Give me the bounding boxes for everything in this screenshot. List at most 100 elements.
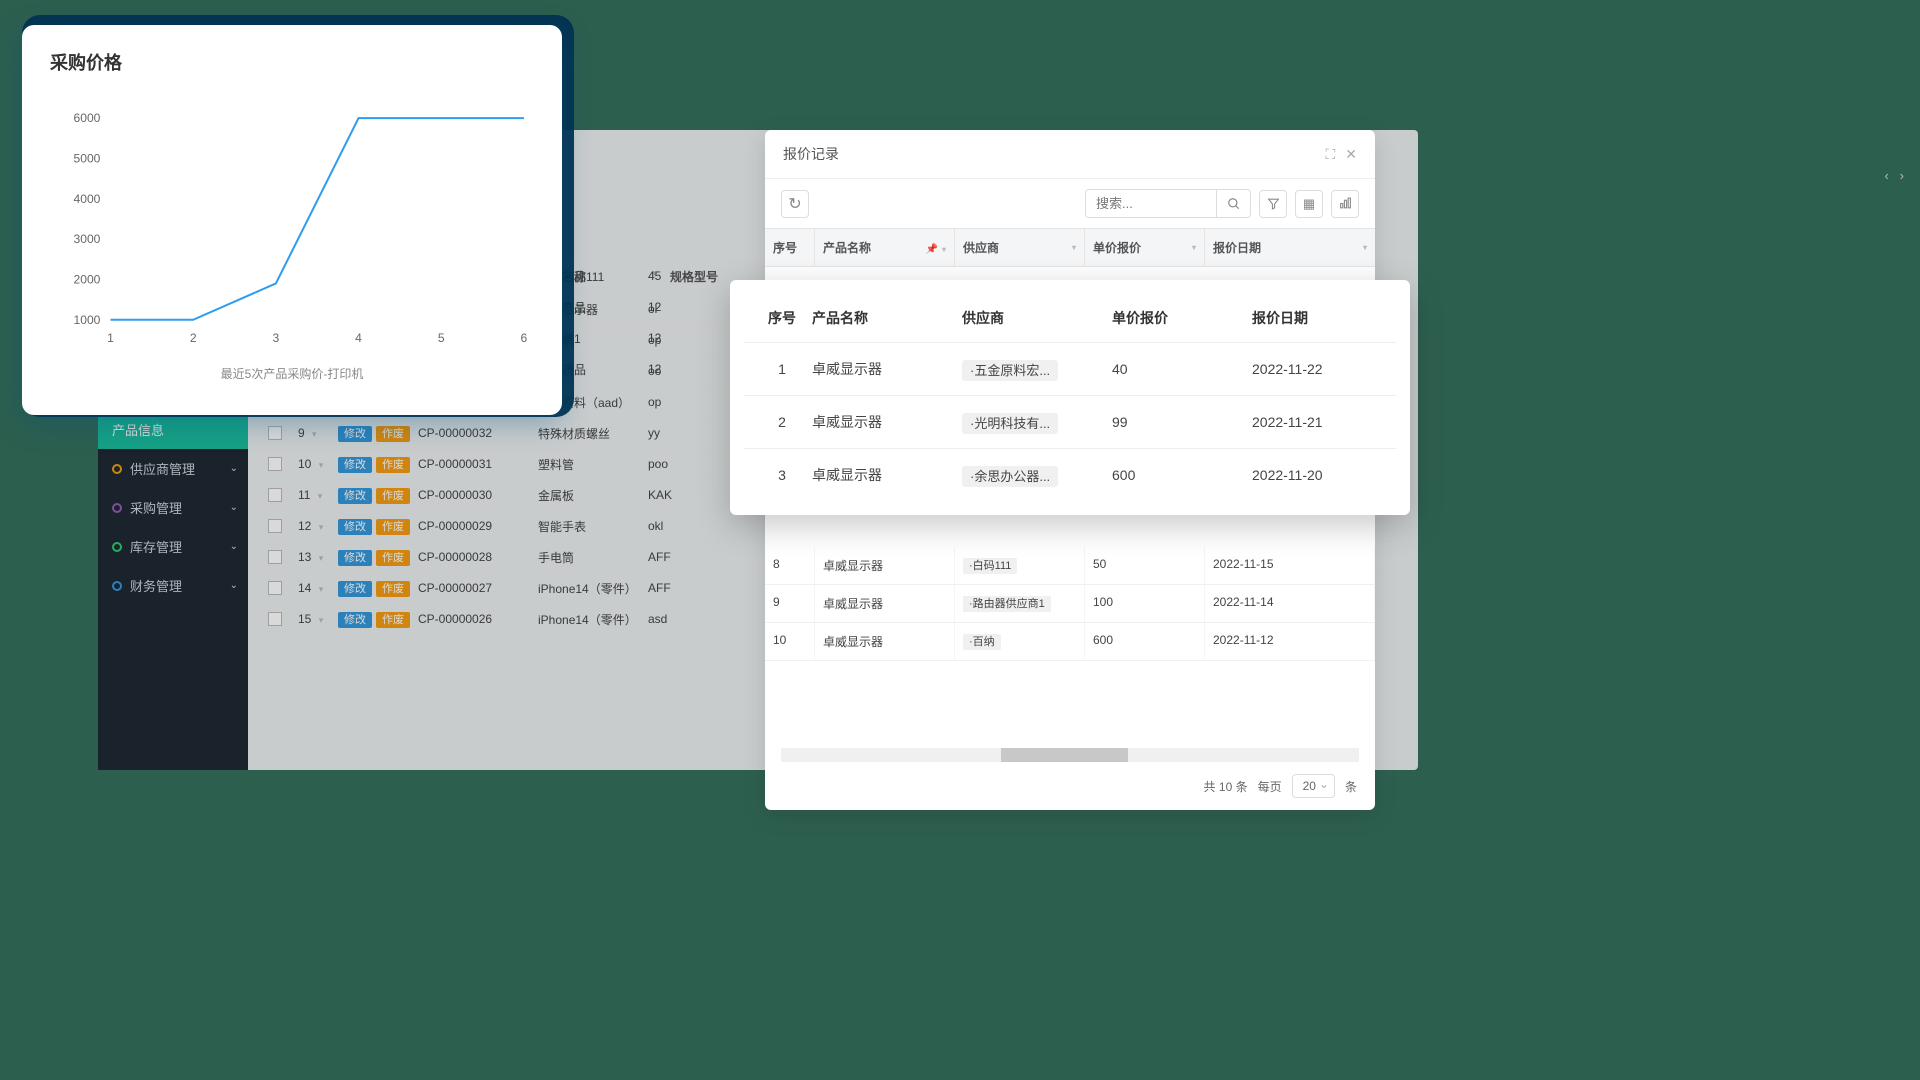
refresh-button[interactable]: ↻ [781,190,809,218]
edit-button[interactable]: 修改 [338,488,372,504]
row-sort-icon: ▾ [312,429,317,439]
supplier-tag[interactable]: ·路由器供应商1 [963,596,1051,612]
void-button[interactable]: 作废 [376,488,410,504]
chart-plot-area: 100020003000400050006000123456 [50,99,534,359]
edit-button[interactable]: 修改 [338,457,372,473]
col-supplier[interactable]: 供应商 [962,308,1112,328]
line-chart: 100020003000400050006000123456 [50,99,534,359]
edit-button[interactable]: 修改 [338,550,372,566]
row-sort-icon: ▾ [318,491,323,501]
row-sort-icon: ▾ [319,460,324,470]
expand-icon[interactable]: ⛶ [1325,146,1335,163]
sidebar-item[interactable]: 采购管理 ⌄ [98,488,248,527]
status-dot-icon [112,581,122,591]
row-checkbox[interactable] [268,519,282,533]
total-label: 共 10 条 [1204,778,1248,795]
col-price[interactable]: 单价报价▾ [1085,229,1205,266]
void-button[interactable]: 作废 [376,550,410,566]
svg-text:2000: 2000 [74,272,101,286]
void-button[interactable]: 作废 [376,612,410,628]
unit-label: 条 [1345,778,1357,795]
svg-text:4: 4 [355,331,362,345]
col-date[interactable]: 报价日期▾ [1205,229,1375,266]
sort-icon[interactable]: ▾ [1072,243,1076,252]
sidebar-item[interactable]: 库存管理 ⌄ [98,527,248,566]
modal-header: 报价记录 ⛶ ✕ [765,130,1375,179]
supplier-tag[interactable]: ·光明科技有... [962,413,1058,434]
front-table-header: 序号 产品名称 供应商 单价报价 报价日期 [744,294,1396,342]
close-icon[interactable]: ✕ [1345,146,1357,163]
row-checkbox[interactable] [268,426,282,440]
row-sort-icon: ▾ [319,522,324,532]
h-scrollbar[interactable] [781,748,1359,762]
row-sort-icon: ▾ [319,615,324,625]
svg-text:5000: 5000 [74,151,101,165]
per-page-select[interactable]: 20 [1292,774,1335,798]
edit-button[interactable]: 修改 [338,581,372,597]
chart-title: 采购价格 [50,49,534,75]
sidebar-item-product-info[interactable]: 产品信息 [98,410,248,449]
columns-button[interactable]: ▦ [1295,190,1323,218]
table-row[interactable]: 10 卓威显示器 ·百纳 600 2022-11-12 [765,623,1375,661]
row-sort-icon: ▾ [319,553,324,563]
row-checkbox[interactable] [268,612,282,626]
search-icon [1227,197,1241,211]
modal-title: 报价记录 [783,144,839,164]
chart-caption: 最近5次产品采购价-打印机 [50,365,534,382]
supplier-tag[interactable]: ·白码111 [963,558,1017,574]
sort-icon[interactable]: ▾ [1192,243,1196,252]
row-checkbox[interactable] [268,457,282,471]
modal-footer: 共 10 条 每页 20 条 [765,762,1375,810]
chart-card: 采购价格 100020003000400050006000123456 最近5次… [22,25,562,415]
search-button[interactable] [1216,190,1250,217]
sidebar-item[interactable]: 供应商管理 ⌄ [98,449,248,488]
col-idx[interactable]: 序号 [752,308,812,328]
col-price[interactable]: 单价报价 [1112,308,1252,328]
col-name[interactable]: 产品名称 [812,308,962,328]
table-row[interactable]: 9 卓威显示器 ·路由器供应商1 100 2022-11-14 [765,585,1375,623]
pin-icon[interactable]: 📌 [926,244,938,255]
svg-text:1000: 1000 [74,313,101,327]
filter-button[interactable] [1259,190,1287,218]
row-checkbox[interactable] [268,581,282,595]
search-input[interactable] [1086,190,1216,217]
void-button[interactable]: 作废 [376,426,410,442]
col-supplier[interactable]: 供应商▾ [955,229,1085,266]
sort-icon[interactable]: ▾ [1363,243,1367,252]
supplier-tag[interactable]: ·百纳 [963,634,1001,650]
svg-text:6000: 6000 [74,111,101,125]
edit-button[interactable]: 修改 [338,612,372,628]
svg-text:1: 1 [107,331,114,345]
chevron-down-icon: ⌄ [230,580,238,591]
void-button[interactable]: 作废 [376,519,410,535]
void-button[interactable]: 作废 [376,581,410,597]
per-page-label: 每页 [1258,778,1282,795]
bar-chart-icon [1339,197,1352,210]
svg-text:6: 6 [521,331,528,345]
row-checkbox[interactable] [268,550,282,564]
front-quote-table: 序号 产品名称 供应商 单价报价 报价日期 1 卓威显示器 ·五金原料宏... … [730,280,1410,515]
row-sort-icon: ▾ [319,584,324,594]
col-idx[interactable]: 序号 [765,229,815,266]
edit-button[interactable]: 修改 [338,519,372,535]
modal-toolbar: ↻ ▦ [765,179,1375,228]
chart-button[interactable] [1331,190,1359,218]
supplier-tag[interactable]: ·五金原料宏... [962,360,1058,381]
sort-icon[interactable]: ▾ [942,245,946,254]
col-name[interactable]: 产品名称📌▾ [815,229,955,266]
row-checkbox[interactable] [268,488,282,502]
void-button[interactable]: 作废 [376,457,410,473]
status-dot-icon [112,464,122,474]
search-box [1085,189,1251,218]
edit-button[interactable]: 修改 [338,426,372,442]
svg-text:4000: 4000 [74,192,101,206]
table-row[interactable]: 2 卓威显示器 ·光明科技有... 99 2022-11-21 [744,395,1396,448]
table-row[interactable]: 1 卓威显示器 ·五金原料宏... 40 2022-11-22 [744,342,1396,395]
table-row[interactable]: 3 卓威显示器 ·余思办公器... 600 2022-11-20 [744,448,1396,501]
supplier-tag[interactable]: ·余思办公器... [962,466,1058,487]
col-date[interactable]: 报价日期 [1252,308,1388,328]
scrollbar-thumb[interactable] [1001,748,1128,762]
page-arrows[interactable]: ‹ › [1885,168,1905,183]
sidebar-item[interactable]: 财务管理 ⌄ [98,566,248,605]
table-row[interactable]: 8 卓威显示器 ·白码111 50 2022-11-15 [765,547,1375,585]
